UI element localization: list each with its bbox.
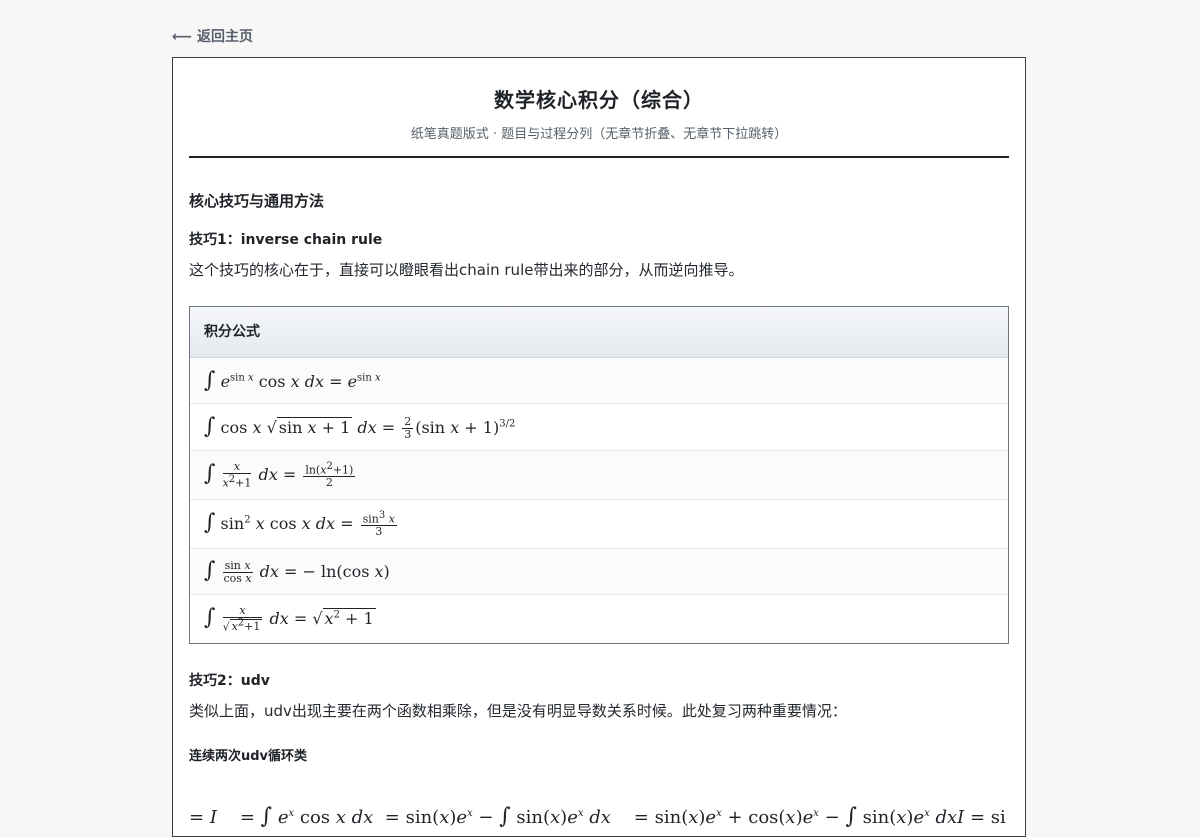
title-divider [189,156,1009,158]
formula-table: 积分公式 ∫ esin x cos x dx = esin x ∫ cos x … [189,306,1009,644]
formula-row: ∫ sin x cos x dx = − ln(cos x) [190,549,1008,595]
formula-row-3: ∫ x x2+1 dx = ln(x2+1) 2 [204,459,356,490]
tip2-description: 类似上面，udv出现主要在两个函数相乘除，但是没有明显导数关系时候。此处复习两种… [189,702,847,720]
formula-row: ∫ cos x √ sin x + 1 dx = 2 3 (sin x + 1)3/2 [190,404,1008,451]
content-card: 数学核心积分（综合） 纸笔真题版式 · 题目与过程分列（无章节折叠、无章节下拉跳… [172,57,1026,837]
formula-row-5: ∫ sin x cos x dx = − ln(cos x) [204,558,390,585]
formula-row-2: ∫ cos x √ sin x + 1 dx = 2 3 (sin x + 1)3/2 [204,413,516,441]
tip1-description: 这个技巧的核心在于，直接可以瞪眼看出chain rule带出来的部分，从而逆向推… [189,261,744,279]
formula-table-header: 积分公式 [190,307,1008,358]
formula-row-4: ∫ sin2 x cos x dx = sin3 x3 [204,509,397,539]
subsection-title: 连续两次udv循环类 [189,749,308,764]
formula-row: ∫ x √ x2+1 dx = √ x2 + 1 [190,595,1008,643]
formula-row-6: ∫ x √ x2+1 dx = √ x2 + 1 [204,603,376,634]
back-to-home-link[interactable]: ⟵ 返回主页 [172,26,253,46]
formula-row: ∫ esin x cos x dx = esin x [190,358,1008,404]
page-title: 数学核心积分（综合） [494,88,704,112]
tip1-title: 技巧1：inverse chain rule [189,232,383,248]
cyclic-udv-equation: = I = ∫ ex cos x dx = sin(x)ex − ∫ sin(x… [189,804,1006,829]
section-title: 核心技巧与通用方法 [189,192,325,210]
formula-row: ∫ sin2 x cos x dx = sin3 x3 [190,500,1008,549]
tip2-title: 技巧2：udv [189,673,270,689]
page-subtitle: 纸笔真题版式 · 题目与过程分列（无章节折叠、无章节下拉跳转） [410,127,788,142]
formula-row-1: ∫ esin x cos x dx = esin x [204,368,381,393]
formula-row: ∫ x x2+1 dx = ln(x2+1) 2 [190,451,1008,500]
